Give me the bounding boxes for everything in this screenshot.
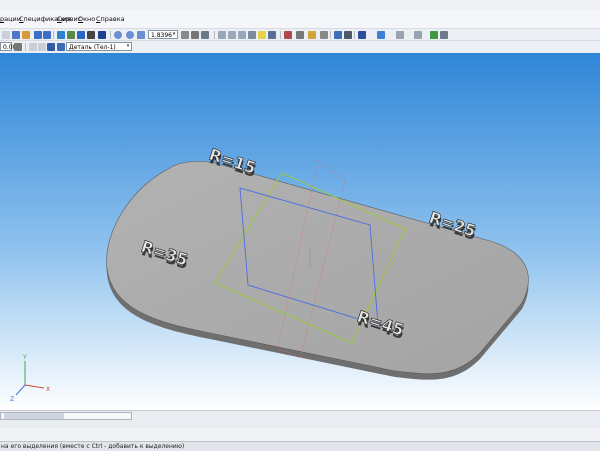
help-cursor-icon[interactable] [98,31,106,39]
zoom-out-icon[interactable] [126,31,134,39]
attach-icon[interactable] [12,31,20,39]
hidden-lines-icon[interactable] [228,31,236,39]
separator [330,31,331,39]
scale-field[interactable]: 0.00 [0,42,16,51]
separator [214,31,215,39]
scrollbar-thumb[interactable] [4,413,64,419]
dropdown-icon[interactable] [14,43,22,51]
tree-icon[interactable] [344,31,352,39]
variables-icon[interactable] [87,31,95,39]
library-icon[interactable] [67,31,75,39]
menu-operations[interactable]: рации [0,15,21,23]
zoom-window-icon[interactable] [137,31,145,39]
separator [280,31,281,39]
properties-icon[interactable] [334,31,342,39]
chevron-down-icon[interactable]: ▾ [171,31,177,38]
zoom-in-icon[interactable] [114,31,122,39]
constraint-icon[interactable] [284,31,292,39]
thin-lines-icon[interactable] [238,31,246,39]
grid-toggle-icon[interactable] [29,43,37,51]
snap-icon[interactable] [296,31,304,39]
redo-icon[interactable] [43,31,51,39]
separator [354,31,355,39]
part-icon[interactable] [57,43,65,51]
select-icon[interactable] [320,31,328,39]
halftone-icon[interactable] [258,31,266,39]
model-canvas[interactable]: R=15 R=15 R=25 R=25 R=35 R=35 R=45 R=45 … [0,53,600,410]
pan-icon[interactable] [181,31,189,39]
wireframe-icon[interactable] [218,31,226,39]
detail-select[interactable]: Деталь (Тел-1) ▾ [66,42,132,51]
filter-icon[interactable] [308,31,316,39]
property-panel [0,410,600,429]
chevron-down-icon[interactable]: ▾ [125,43,131,50]
separator [25,43,26,51]
separator [53,31,54,39]
horizontal-scrollbar[interactable] [0,412,132,420]
axis-z-label: Z [10,396,14,403]
cut-icon[interactable] [22,31,30,39]
menu-bar: рации Спецификация Сервис Окно Справка [0,10,600,28]
detail-select-value: Деталь (Тел-1) [69,44,116,51]
zoom-value: 1.8396 [151,32,172,39]
current-state-toolbar: 0.00 Деталь (Тел-1) ▾ [0,40,600,54]
tasks-panel [0,428,600,441]
axis-x-label: X [46,386,50,393]
perspective-icon[interactable] [268,31,276,39]
menu-help[interactable]: Справка [96,15,125,23]
view-icon[interactable] [358,31,366,39]
section-icon[interactable] [377,31,385,39]
orientation-icon[interactable] [201,31,209,39]
model-viewport[interactable]: R=15 R=15 R=25 R=25 R=35 R=35 R=45 R=45 … [0,53,600,410]
status-text: на его выделения (вместе с Ctrl - добави… [1,443,185,450]
separator [110,31,111,39]
spec-icon[interactable] [57,31,65,39]
tools-icon[interactable] [430,31,438,39]
zoom-field[interactable]: 1.8396 ▾ [148,30,178,39]
layers-icon[interactable] [440,31,448,39]
rotate-icon[interactable] [191,31,199,39]
coords-icon[interactable] [38,43,46,51]
undo-icon[interactable] [34,31,42,39]
axis-y-label: Y [22,354,27,361]
layer-icon[interactable] [47,43,55,51]
edit-icon[interactable] [2,31,10,39]
menu-window[interactable]: Окно [78,15,95,23]
grid-icon[interactable] [396,31,404,39]
measure-icon[interactable] [414,31,422,39]
fx-icon[interactable] [77,31,85,39]
no-hidden-icon[interactable] [248,31,256,39]
